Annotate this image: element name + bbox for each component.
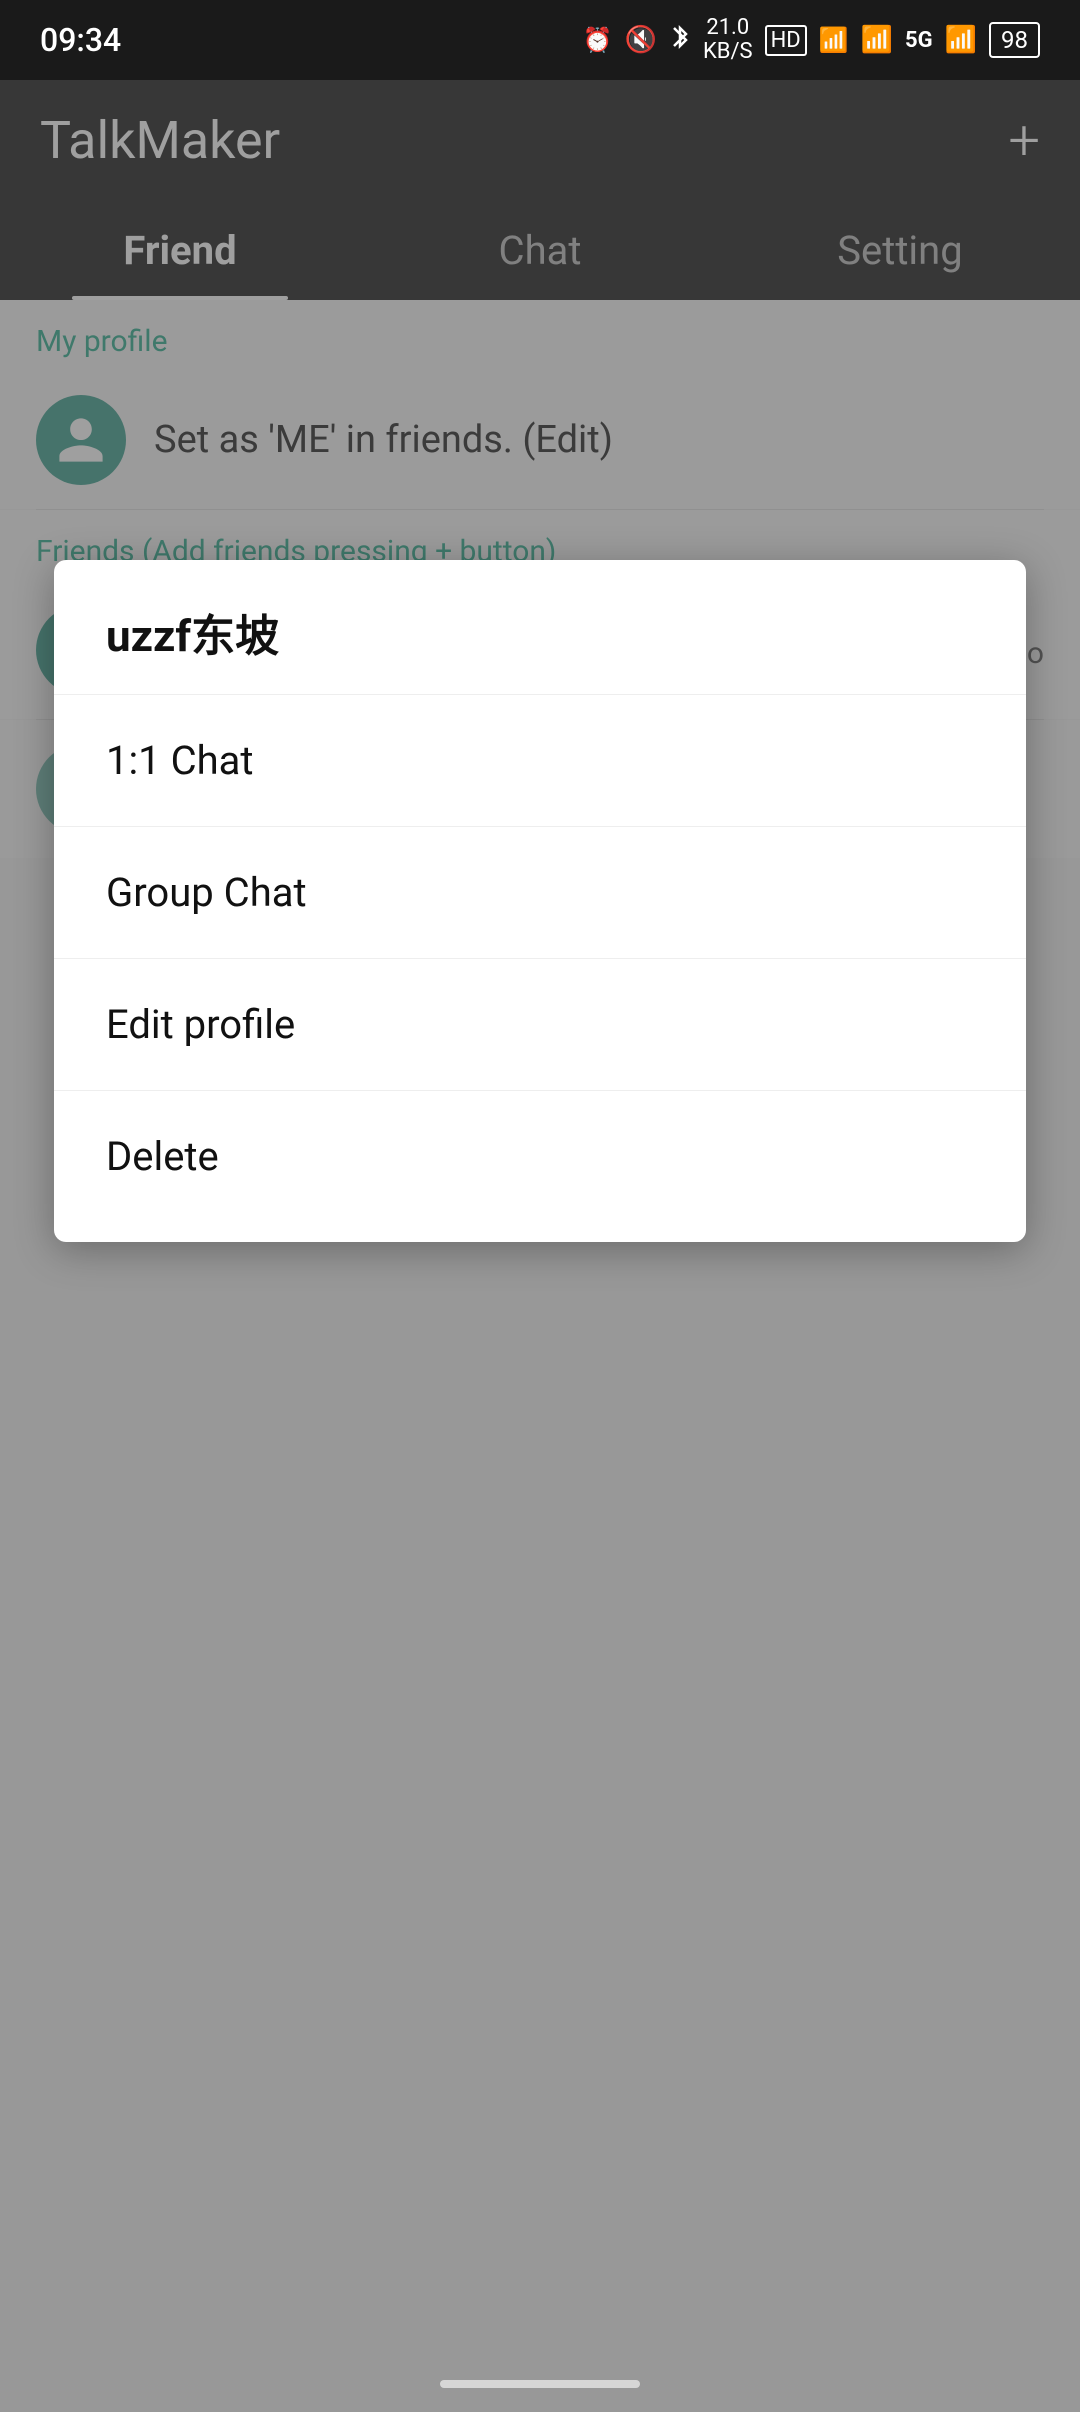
- battery-level: 98: [1001, 26, 1028, 54]
- signal-icon-1: 📶: [861, 25, 893, 55]
- context-menu-username: uzzf东坡: [54, 600, 1026, 694]
- context-item-delete[interactable]: Delete: [54, 1091, 1026, 1222]
- hd-badge: HD: [765, 25, 807, 56]
- status-time: 09:34: [40, 21, 121, 59]
- mute-icon: 🔇: [625, 25, 657, 55]
- overlay-dim: [0, 80, 1080, 2412]
- status-icons: ⏰ 🔇 21.0KB/S HD 📶 📶 5G 📶 98: [583, 16, 1040, 64]
- bluetooth-icon: [669, 23, 691, 58]
- home-indicator: [440, 2380, 640, 2388]
- battery-icon: 98: [989, 22, 1040, 58]
- context-item-group-chat[interactable]: Group Chat: [54, 827, 1026, 958]
- speed-text: 21.0KB/S: [703, 16, 753, 64]
- wifi-icon: 📶: [819, 26, 849, 54]
- status-bar: 09:34 ⏰ 🔇 21.0KB/S HD 📶 📶 5G 📶 98: [0, 0, 1080, 80]
- context-item-edit-profile[interactable]: Edit profile: [54, 959, 1026, 1090]
- signal-icon-2: 📶: [945, 25, 977, 55]
- alarm-icon: ⏰: [583, 26, 613, 54]
- context-item-1-1-chat[interactable]: 1:1 Chat: [54, 695, 1026, 826]
- signal-5g-icon: 5G: [905, 28, 933, 53]
- context-menu: uzzf东坡 1:1 Chat Group Chat Edit profile …: [54, 560, 1026, 1242]
